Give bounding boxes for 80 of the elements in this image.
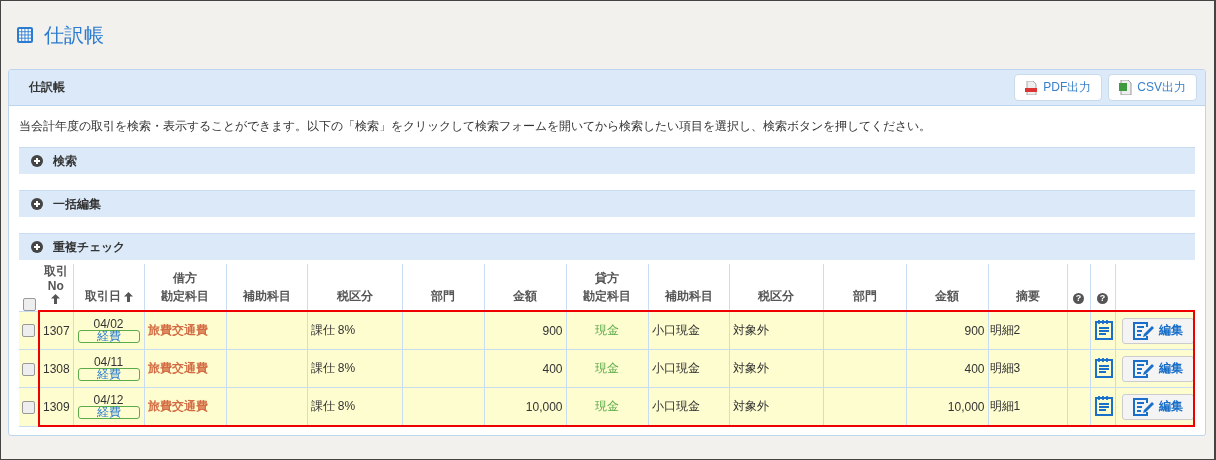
notepad-icon[interactable] [1093, 394, 1114, 416]
grid-icon [16, 26, 34, 44]
edit-button[interactable]: 編集 [1121, 355, 1194, 382]
column-header: 金額 [935, 289, 959, 304]
column-header: 部門 [431, 289, 455, 304]
column-group-header: 借方 [173, 271, 197, 286]
collapsible-section-header[interactable]: 検索 [19, 147, 1195, 174]
column-header: 部門 [852, 289, 877, 304]
table-cell: 対象外 [732, 323, 769, 337]
edit-icon [1132, 359, 1155, 378]
csv-export-button[interactable]: CSV出力 [1108, 74, 1197, 101]
column-header: No [47, 279, 64, 294]
table-cell: 現金 [595, 399, 619, 413]
category-tag: 経費 [77, 406, 140, 419]
edit-button[interactable]: 編集 [1121, 317, 1194, 344]
collapsible-section-header[interactable]: 一括編集 [19, 190, 1195, 217]
panel-title: 仕訳帳 [29, 79, 65, 96]
table-cell: 旅費交通費 [147, 399, 208, 413]
column-header: 金額 [513, 289, 537, 304]
table-cell: 1309 [43, 399, 70, 414]
help-icon[interactable]: ? [1097, 293, 1108, 304]
section-title: 重複チェック [53, 238, 125, 256]
edit-icon [1132, 321, 1155, 340]
date-text: 04/12 [93, 394, 124, 406]
pdf-export-button[interactable]: PDF出力 [1014, 74, 1103, 101]
row-checkbox[interactable] [22, 324, 35, 338]
column-header: 勘定科目 [583, 289, 631, 304]
help-icon[interactable]: ? [1073, 293, 1084, 304]
edit-button[interactable]: 編集 [1121, 393, 1194, 420]
column-header: 取引日 [84, 289, 121, 304]
table-cell: 課仕 8% [310, 399, 356, 413]
table-cell: 1308 [43, 361, 70, 376]
sort-arrow-icon[interactable] [123, 291, 133, 302]
section-title: 一括編集 [53, 195, 101, 213]
row-checkbox[interactable] [22, 362, 35, 376]
table-cell: 旅費交通費 [147, 323, 208, 337]
table-cell: 10,000 [525, 399, 563, 414]
table-cell: 小口現金 [651, 323, 700, 337]
section-title: 検索 [53, 152, 77, 170]
pdf-file-icon [1025, 80, 1039, 95]
column-header: 勘定科目 [161, 289, 209, 304]
table-cell: 10,000 [947, 399, 985, 414]
table-cell: 対象外 [732, 399, 769, 413]
collapsible-section-header[interactable]: 重複チェック [19, 233, 1195, 260]
table-cell: 課仕 8% [310, 323, 356, 337]
table-cell: 課仕 8% [310, 361, 356, 375]
table-cell: 現金 [595, 323, 619, 337]
table-cell: 現金 [595, 361, 619, 375]
column-header: 摘要 [1015, 289, 1040, 304]
table-cell: 対象外 [732, 361, 769, 375]
date-text: 04/11 [93, 356, 124, 368]
table-cell: 明細3 [989, 361, 1021, 375]
table-cell: 旅費交通費 [147, 361, 208, 375]
table-cell: 明細2 [989, 323, 1021, 337]
edit-icon [1132, 397, 1155, 416]
category-tag: 経費 [77, 368, 140, 381]
table-cell: 900 [964, 323, 985, 338]
column-header: 取引 [43, 264, 68, 279]
column-header: 補助科目 [242, 289, 291, 304]
table-cell: 900 [542, 323, 563, 338]
notepad-icon[interactable] [1093, 356, 1114, 378]
table-cell: 小口現金 [651, 399, 700, 413]
column-header: 補助科目 [664, 289, 713, 304]
notepad-icon[interactable] [1093, 318, 1114, 340]
table-cell: 400 [964, 361, 985, 376]
table-cell: 1307 [43, 323, 70, 338]
row-checkbox[interactable] [22, 400, 35, 414]
table-cell: 400 [542, 361, 563, 376]
column-group-header: 貸方 [595, 271, 619, 286]
page-title: 仕訳帳 [44, 22, 104, 48]
table-cell: 小口現金 [651, 361, 700, 375]
column-header: 税区分 [336, 289, 373, 304]
sort-arrow-icon[interactable] [51, 294, 61, 304]
category-tag: 経費 [77, 330, 140, 343]
select-all-checkbox[interactable] [22, 297, 36, 311]
table-cell: 明細1 [989, 399, 1021, 413]
spreadsheet-file-icon [1119, 80, 1133, 95]
date-text: 04/02 [93, 318, 124, 330]
column-header: 税区分 [758, 289, 794, 304]
description-text: 当会計年度の取引を検索・表示することができます。以下の「検索」をクリックして検索フォームを開いてから検索したい項目を選択し、検索ボタンを押してください。 [19, 118, 932, 135]
